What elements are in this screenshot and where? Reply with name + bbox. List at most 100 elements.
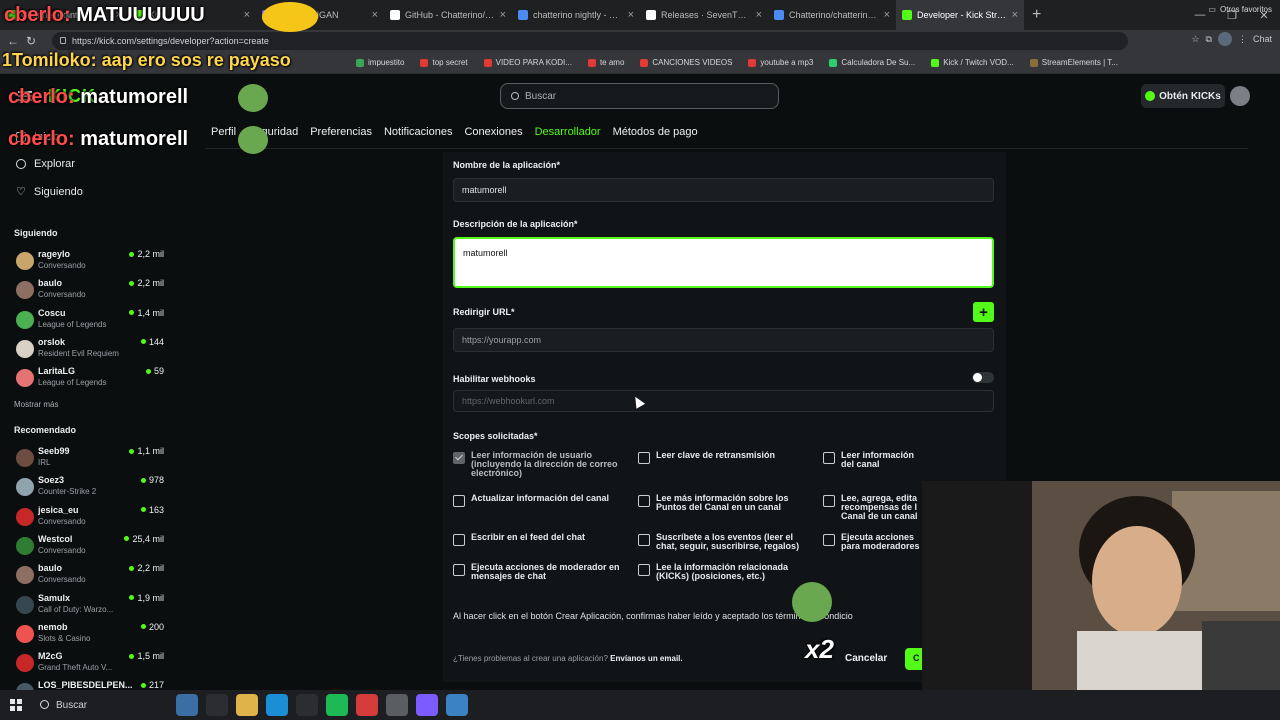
- scope-checkbox-item[interactable]: Leer información del canal: [823, 451, 921, 469]
- bookmark-item[interactable]: StreamElements | T...: [1022, 58, 1126, 67]
- bookmark-item[interactable]: Calculadora De Su...: [821, 58, 923, 67]
- scope-checkbox-item[interactable]: Leer información de usuario (incluyendo …: [453, 451, 629, 478]
- scope-checkbox-item[interactable]: Lee, agrega, edita recompensas de l Cana…: [823, 494, 921, 521]
- sidebar-channel-item[interactable]: LaritaLG League of Legends 59: [14, 365, 164, 393]
- bookmark-item[interactable]: youtube a mp3: [740, 58, 821, 67]
- sidebar-channel-item[interactable]: baulo Conversando 2,2 mil: [14, 277, 164, 305]
- browser-tab[interactable]: chatterino nightly - Búsque ×: [512, 0, 640, 30]
- scope-checkbox-item[interactable]: Ejecuta acciones de moderador en mensaje…: [453, 563, 629, 581]
- edge-icon[interactable]: [266, 694, 288, 716]
- reload-icon[interactable]: ↻: [22, 34, 40, 48]
- browser-tab[interactable]: Releases · SevenTV/chatter ×: [640, 0, 768, 30]
- search-input[interactable]: Buscar: [500, 83, 779, 109]
- bookmark-item[interactable]: Kick / Twitch VOD...: [923, 58, 1022, 67]
- bookmark-item[interactable]: te amo: [580, 58, 632, 67]
- sidebar-channel-item[interactable]: Soez3 Counter-Strike 2 978: [14, 474, 164, 502]
- checkbox[interactable]: [823, 534, 835, 546]
- windows-start-icon[interactable]: [10, 699, 22, 711]
- sidebar-channel-item[interactable]: Westcol Conversando 25,4 mil: [14, 533, 164, 561]
- bookmark-item[interactable]: VIDEO PARA KODI...: [476, 58, 580, 67]
- sidebar-channel-item[interactable]: Seeb99 IRL 1,1 mil: [14, 445, 164, 473]
- url-field[interactable]: https://kick.com/settings/developer?acti…: [52, 32, 1128, 50]
- checkbox[interactable]: [823, 452, 835, 464]
- scope-checkbox-item[interactable]: Escribir en el feed del chat: [453, 533, 629, 546]
- sidebar-channel-item[interactable]: M2cG Grand Theft Auto V... 1,5 mil: [14, 650, 164, 678]
- extensions-icon[interactable]: ⧉: [1206, 34, 1212, 45]
- sidebar-channel-item[interactable]: nemob Slots & Casino 200: [14, 621, 164, 649]
- webhooks-toggle[interactable]: [972, 372, 994, 383]
- close-tab-icon[interactable]: ×: [884, 9, 890, 21]
- redirect-url-input[interactable]: https://yourapp.com: [453, 328, 994, 352]
- app-name-input[interactable]: matumorell: [453, 178, 994, 202]
- settings-tab[interactable]: Preferencias: [304, 126, 378, 138]
- settings-tab[interactable]: Notificaciones: [378, 126, 458, 138]
- close-tab-icon[interactable]: ×: [1012, 9, 1018, 21]
- browser-tab[interactable]: Developer - Kick Streaming ×: [896, 0, 1024, 30]
- scope-checkbox-item[interactable]: Lee más información sobre los Puntos del…: [638, 494, 814, 512]
- menu-icon[interactable]: ⋮: [1238, 34, 1247, 45]
- checkbox[interactable]: [638, 564, 650, 576]
- scope-checkbox-item[interactable]: Ejecuta acciones para moderadores: [823, 533, 921, 551]
- settings-tab[interactable]: Conexiones: [458, 126, 528, 138]
- webhook-url-input[interactable]: https://webhookurl.com: [453, 390, 994, 412]
- task-view-icon[interactable]: [206, 694, 228, 716]
- checkbox[interactable]: [638, 495, 650, 507]
- user-avatar[interactable]: [1230, 86, 1250, 106]
- app-desc-textarea[interactable]: matumorell: [453, 237, 994, 288]
- landscape-widget-icon[interactable]: [176, 694, 198, 716]
- obs-icon[interactable]: [296, 694, 318, 716]
- help-text: ¿Tienes problemas al crear una aplicació…: [453, 654, 683, 663]
- sidebar-item-following[interactable]: ♡ Siguiendo: [16, 185, 83, 199]
- file-explorer-icon[interactable]: [236, 694, 258, 716]
- checkbox[interactable]: [453, 534, 465, 546]
- close-tab-icon[interactable]: ×: [756, 9, 762, 21]
- checkbox[interactable]: [453, 564, 465, 576]
- star-icon[interactable]: ☆: [1191, 34, 1199, 45]
- discord-icon[interactable]: [416, 694, 438, 716]
- email-link[interactable]: Envíanos un email.: [610, 654, 682, 663]
- sidebar-channel-item[interactable]: Samulx Call of Duty: Warzo... 1,9 mil: [14, 592, 164, 620]
- app-icon[interactable]: [386, 694, 408, 716]
- channel-avatar: [16, 449, 34, 467]
- bookmark-item[interactable]: top secret: [412, 58, 475, 67]
- profile-avatar[interactable]: [1217, 32, 1232, 46]
- settings-tab[interactable]: Métodos de pago: [607, 126, 704, 138]
- bookmark-item[interactable]: impuestito: [348, 58, 412, 67]
- get-kicks-button[interactable]: Obtén KICKs: [1141, 84, 1225, 108]
- sidebar-channel-item[interactable]: jesica_eu Conversando 163: [14, 504, 164, 532]
- browser-tab[interactable]: GitHub - Chatterino/chatter ×: [384, 0, 512, 30]
- other-bookmarks[interactable]: ▭ Otros favoritos: [1208, 5, 1272, 14]
- add-redirect-url-button[interactable]: +: [973, 302, 994, 322]
- taskbar-search[interactable]: Buscar: [32, 694, 172, 716]
- checkbox[interactable]: [638, 452, 650, 464]
- close-tab-icon[interactable]: ×: [372, 9, 378, 21]
- checkbox[interactable]: [453, 495, 465, 507]
- scope-checkbox-item[interactable]: Lee la información relacionada (KICKs) (…: [638, 563, 814, 581]
- close-tab-icon[interactable]: ×: [628, 9, 634, 21]
- scope-checkbox-item[interactable]: Actualizar información del canal: [453, 494, 629, 507]
- checkbox[interactable]: [823, 495, 835, 507]
- sidebar-channel-item[interactable]: orslok Resident Evil Requiem 144: [14, 336, 164, 364]
- close-tab-icon[interactable]: ×: [244, 9, 250, 21]
- chatterino-icon[interactable]: [446, 694, 468, 716]
- show-more-link[interactable]: Mostrar más: [14, 400, 58, 409]
- new-tab-button[interactable]: +: [1024, 6, 1049, 24]
- back-icon[interactable]: ←: [4, 34, 22, 48]
- sidebar-channel-item[interactable]: Coscu League of Legends 1,4 mil: [14, 307, 164, 335]
- settings-tab[interactable]: Perfil: [205, 126, 242, 138]
- scope-checkbox-item[interactable]: Suscríbete a los eventos (leer el chat, …: [638, 533, 814, 551]
- app-icon[interactable]: [356, 694, 378, 716]
- browser-tab[interactable]: Chatterino/chatterino2 nigh ×: [768, 0, 896, 30]
- spotify-icon[interactable]: [326, 694, 348, 716]
- scope-checkbox-item[interactable]: Leer clave de retransmisión: [638, 451, 814, 464]
- settings-tab[interactable]: Desarrollador: [529, 126, 607, 138]
- checkbox[interactable]: [638, 534, 650, 546]
- bookmark-item[interactable]: CANCIONES VIDEOS: [632, 58, 740, 67]
- sidebar-channel-item[interactable]: rageylo Conversando 2,2 mil: [14, 248, 164, 276]
- cancel-button[interactable]: Cancelar: [845, 653, 887, 664]
- checkbox[interactable]: [453, 452, 465, 464]
- close-tab-icon[interactable]: ×: [500, 9, 506, 21]
- sidebar-item-explore[interactable]: Explorar: [16, 158, 75, 170]
- sidebar-channel-item[interactable]: baulo Conversando 2,2 mil: [14, 562, 164, 590]
- chat-button[interactable]: Chat: [1253, 34, 1272, 44]
